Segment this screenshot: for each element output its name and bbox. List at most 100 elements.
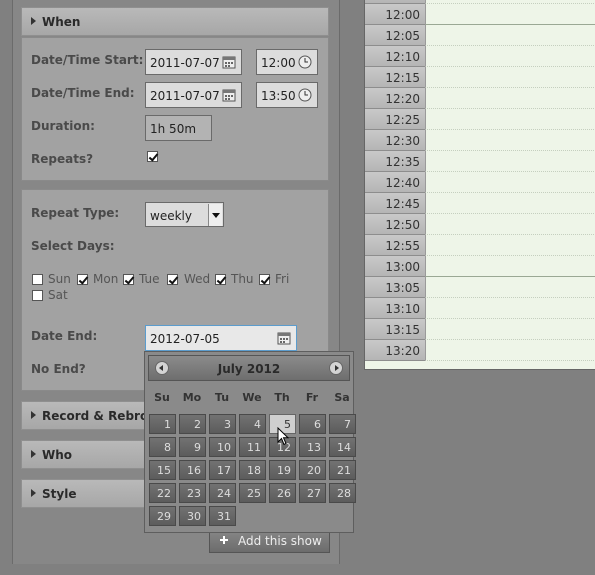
start-time-input[interactable]: 12:00 bbox=[256, 49, 318, 75]
time-slot-cell[interactable] bbox=[425, 172, 595, 193]
calendar-day[interactable]: 20 bbox=[299, 460, 326, 480]
select-days-label: Select Days: bbox=[31, 239, 115, 253]
repeats-checkbox[interactable] bbox=[147, 151, 158, 162]
time-label: 12:25 bbox=[365, 109, 425, 130]
weekday-header: Su bbox=[154, 391, 170, 404]
datepicker-popup: July 2012 Su Mo Tu We Th Fr Sa 1 2 3 4 5 6 7 8 9 10 11 12… bbox=[144, 351, 356, 533]
calendar-day[interactable]: 16 bbox=[179, 460, 206, 480]
time-label: 12:35 bbox=[365, 151, 425, 172]
time-slot-cell[interactable] bbox=[425, 235, 595, 256]
end-time-input[interactable]: 13:50 bbox=[256, 82, 318, 108]
calendar-day[interactable]: 19 bbox=[269, 460, 296, 480]
calendar-day[interactable]: 26 bbox=[269, 483, 296, 503]
day-label-mon: Mon bbox=[93, 272, 119, 286]
time-slot-cell[interactable] bbox=[425, 277, 595, 298]
when-section-title: When bbox=[42, 15, 81, 29]
calendar-day[interactable]: 3 bbox=[209, 414, 236, 434]
calendar-day[interactable]: 11 bbox=[239, 437, 266, 457]
calendar-day[interactable]: 14 bbox=[329, 437, 356, 457]
start-label: Date/Time Start: bbox=[31, 53, 144, 67]
time-slot-cell[interactable] bbox=[425, 25, 595, 46]
time-slot-row: 12:05 bbox=[365, 25, 595, 46]
day-checkbox-fri[interactable] bbox=[259, 274, 270, 285]
calendar-icon[interactable] bbox=[222, 55, 236, 69]
weekday-header: Fr bbox=[305, 391, 319, 404]
time-slot-row: 12:25 bbox=[365, 109, 595, 130]
calendar-icon[interactable] bbox=[222, 88, 236, 102]
expand-triangle-icon bbox=[31, 17, 36, 25]
time-slot-cell[interactable] bbox=[425, 340, 595, 361]
time-slot-cell[interactable] bbox=[425, 109, 595, 130]
time-slot-row: 12:45 bbox=[365, 193, 595, 214]
calendar-day[interactable]: 18 bbox=[239, 460, 266, 480]
time-label: 12:05 bbox=[365, 25, 425, 46]
time-slot-cell[interactable] bbox=[425, 319, 595, 340]
day-checkbox-wed[interactable] bbox=[167, 274, 178, 285]
day-checkbox-sun[interactable] bbox=[32, 274, 43, 285]
calendar-day[interactable]: 22 bbox=[149, 483, 176, 503]
day-checkbox-thu[interactable] bbox=[215, 274, 226, 285]
calendar-day[interactable]: 24 bbox=[209, 483, 236, 503]
calendar-day[interactable]: 25 bbox=[239, 483, 266, 503]
start-time-value: 12:00 bbox=[261, 56, 296, 70]
time-slot-cell[interactable] bbox=[425, 256, 595, 277]
expand-triangle-icon bbox=[31, 411, 36, 419]
when-section-body: Date/Time Start: 2011-07-07 12:00 Date/T… bbox=[21, 37, 329, 181]
day-checkbox-mon[interactable] bbox=[77, 274, 88, 285]
duration-value: 1h 50m bbox=[150, 122, 197, 136]
time-label: 12:30 bbox=[365, 130, 425, 151]
calendar-day[interactable]: 6 bbox=[299, 414, 326, 434]
calendar-day[interactable]: 9 bbox=[179, 437, 206, 457]
when-section-header[interactable]: When bbox=[21, 7, 329, 36]
calendar-day[interactable]: 2 bbox=[179, 414, 206, 434]
time-label: 12:15 bbox=[365, 67, 425, 88]
start-date-input[interactable]: 2011-07-07 bbox=[145, 49, 242, 75]
time-slot-row: 12:40 bbox=[365, 172, 595, 193]
day-checkbox-tue[interactable] bbox=[123, 274, 134, 285]
duration-label: Duration: bbox=[31, 119, 95, 133]
calendar-day[interactable]: 13 bbox=[299, 437, 326, 457]
time-slot-cell[interactable] bbox=[425, 4, 595, 25]
calendar-day[interactable]: 29 bbox=[149, 506, 176, 526]
calendar-day[interactable]: 23 bbox=[179, 483, 206, 503]
calendar-day[interactable]: 28 bbox=[329, 483, 356, 503]
calendar-day[interactable]: 10 bbox=[209, 437, 236, 457]
plus-icon bbox=[220, 536, 228, 544]
calendar-day[interactable]: 27 bbox=[299, 483, 326, 503]
time-slot-cell[interactable] bbox=[425, 193, 595, 214]
schedule-grid: 11:5512:0012:0512:1012:1512:2012:2512:30… bbox=[364, 0, 595, 370]
time-slot-cell[interactable] bbox=[425, 88, 595, 109]
calendar-day[interactable]: 30 bbox=[179, 506, 206, 526]
calendar-day[interactable]: 1 bbox=[149, 414, 176, 434]
calendar-day[interactable]: 7 bbox=[329, 414, 356, 434]
weekday-header: Mo bbox=[182, 391, 202, 404]
next-month-icon[interactable] bbox=[329, 361, 343, 375]
chevron-down-icon bbox=[208, 204, 222, 226]
time-slot-row: 12:20 bbox=[365, 88, 595, 109]
date-end-input[interactable]: 2012-07-05 bbox=[145, 325, 297, 351]
calendar-day[interactable]: 15 bbox=[149, 460, 176, 480]
time-slot-cell[interactable] bbox=[425, 214, 595, 235]
calendar-day[interactable]: 21 bbox=[329, 460, 356, 480]
clock-icon[interactable] bbox=[298, 55, 312, 69]
time-slot-cell[interactable] bbox=[425, 130, 595, 151]
calendar-day[interactable]: 4 bbox=[239, 414, 266, 434]
clock-icon[interactable] bbox=[298, 88, 312, 102]
time-slot-cell[interactable] bbox=[425, 67, 595, 88]
time-slot-cell[interactable] bbox=[425, 151, 595, 172]
time-slot-cell[interactable] bbox=[425, 298, 595, 319]
calendar-day[interactable]: 17 bbox=[209, 460, 236, 480]
time-slot-row: 13:05 bbox=[365, 277, 595, 298]
time-slot-cell[interactable] bbox=[425, 46, 595, 67]
time-label: 13:10 bbox=[365, 298, 425, 319]
day-checkbox-sat[interactable] bbox=[32, 290, 43, 301]
end-time-value: 13:50 bbox=[261, 89, 296, 103]
calendar-icon[interactable] bbox=[277, 331, 291, 345]
day-label-wed: Wed bbox=[184, 272, 211, 286]
time-slot-row: 12:50 bbox=[365, 214, 595, 235]
repeat-type-select[interactable]: weekly bbox=[145, 202, 224, 227]
calendar-day[interactable]: 8 bbox=[149, 437, 176, 457]
calendar-day[interactable]: 31 bbox=[209, 506, 236, 526]
time-label: 12:45 bbox=[365, 193, 425, 214]
end-date-input[interactable]: 2011-07-07 bbox=[145, 82, 242, 108]
